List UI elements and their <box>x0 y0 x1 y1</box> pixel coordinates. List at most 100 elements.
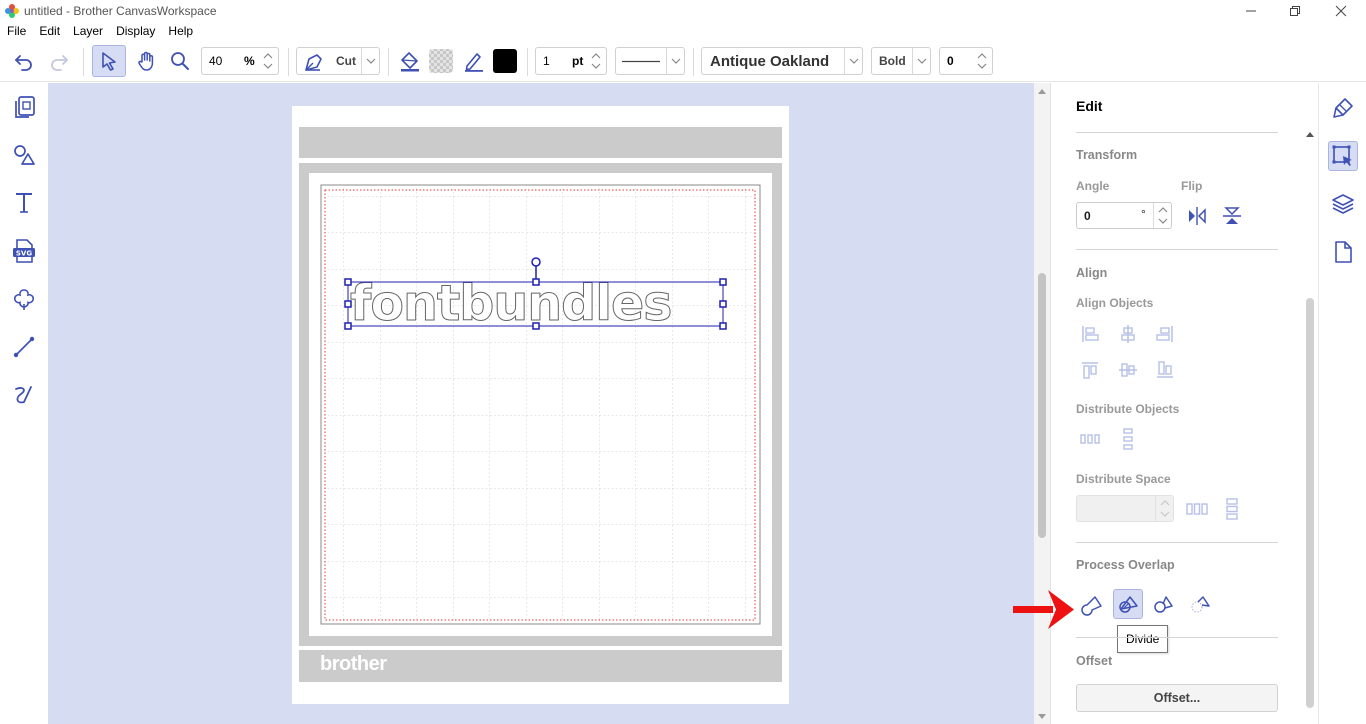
zoom-unit: % <box>244 54 255 68</box>
flip-vertical-icon[interactable] <box>1219 203 1245 229</box>
line-width-field[interactable]: 1 pt <box>535 47 607 75</box>
project-templates-button[interactable] <box>9 92 39 122</box>
text-icon <box>16 193 32 213</box>
fill-color-swatch[interactable] <box>427 45 455 77</box>
line-width-spinner-icon[interactable] <box>588 50 604 72</box>
page-settings-button[interactable] <box>1328 237 1358 267</box>
redo-button[interactable] <box>43 45 75 77</box>
line-style-dropdown[interactable] <box>615 47 685 75</box>
align-bottom-icon[interactable] <box>1152 357 1178 383</box>
pan-tool-button[interactable] <box>130 45 162 77</box>
mat-top-strip <box>299 127 782 158</box>
menu-layer[interactable]: Layer <box>73 22 103 40</box>
offset-heading: Offset <box>1076 654 1113 668</box>
flip-horizontal-icon[interactable] <box>1184 203 1210 229</box>
offset-button[interactable]: Offset... <box>1076 684 1278 712</box>
pages-icon <box>15 96 35 118</box>
curve-icon <box>15 386 32 404</box>
line-mode-dropdown[interactable]: Cut <box>296 47 380 75</box>
zoom-field[interactable]: 40 % <box>201 47 279 75</box>
line-width-value: 1 <box>543 54 550 68</box>
process-overlap-heading: Process Overlap <box>1076 558 1175 572</box>
font-name: Antique Oakland <box>710 53 830 70</box>
space-horizontal-icon[interactable] <box>1184 496 1210 522</box>
subtract-icon[interactable] <box>1150 591 1176 617</box>
close-button[interactable] <box>1318 0 1364 22</box>
fill-tool-button[interactable] <box>396 45 424 77</box>
angle-field[interactable]: 0 ° <box>1076 202 1172 229</box>
patterns-button[interactable] <box>9 284 39 314</box>
flip-label: Flip <box>1181 179 1203 193</box>
zoom-spinner-icon[interactable] <box>260 50 276 72</box>
freehand-tool-button[interactable] <box>9 380 39 410</box>
align-left-icon[interactable] <box>1077 321 1103 347</box>
red-arrow-annotation <box>1013 590 1074 629</box>
resize-handle[interactable] <box>719 300 727 308</box>
resize-handle[interactable] <box>719 322 727 330</box>
resize-handle[interactable] <box>344 278 352 286</box>
shapes-button[interactable] <box>9 140 39 170</box>
resize-handle[interactable] <box>344 322 352 330</box>
menu-file[interactable]: File <box>7 22 26 40</box>
letter-spacing-spinner-icon[interactable] <box>974 50 990 72</box>
angle-unit: ° <box>1141 207 1146 221</box>
distribute-vertical-icon[interactable] <box>1115 426 1141 452</box>
resize-handle[interactable] <box>532 322 540 330</box>
scroll-up-icon[interactable] <box>1037 87 1047 95</box>
layers-button[interactable] <box>1328 189 1358 219</box>
toolbar: 40 % Cut 1 pt Antique Oakland Bold 0 <box>0 40 1366 82</box>
align-middle-icon[interactable] <box>1115 357 1141 383</box>
distribute-horizontal-icon[interactable] <box>1077 426 1103 452</box>
panel-scrollbar-thumb[interactable] <box>1306 298 1314 708</box>
app-logo-icon <box>4 3 20 19</box>
line-color-swatch[interactable] <box>491 45 519 77</box>
align-right-icon[interactable] <box>1152 321 1178 347</box>
zoom-tool-button[interactable] <box>164 45 196 77</box>
chevron-down-icon <box>844 48 862 74</box>
menu-help[interactable]: Help <box>168 22 193 40</box>
minimize-button[interactable] <box>1228 0 1274 22</box>
line-color-tool-button[interactable] <box>460 45 488 77</box>
letter-spacing-field[interactable]: 0 <box>939 47 993 75</box>
right-rail <box>1318 83 1366 724</box>
panel-scroll-up-icon[interactable] <box>1305 130 1315 138</box>
menu-display[interactable]: Display <box>116 22 155 40</box>
chevron-down-icon <box>912 48 930 74</box>
resize-handle[interactable] <box>719 278 727 286</box>
space-vertical-icon[interactable] <box>1219 496 1245 522</box>
arrow-pointer-icon <box>102 52 116 71</box>
intersect-icon[interactable] <box>1187 591 1213 617</box>
object-properties-button[interactable] <box>1328 93 1358 123</box>
distribute-space-field[interactable] <box>1076 495 1174 522</box>
font-dropdown[interactable]: Antique Oakland <box>701 47 863 75</box>
select-tool-button[interactable] <box>92 45 126 77</box>
edit-panel-tab[interactable] <box>1328 141 1358 171</box>
font-style: Bold <box>879 54 906 68</box>
text-button[interactable] <box>9 188 39 218</box>
angle-value: 0 <box>1084 209 1091 223</box>
pencil-icon <box>465 53 483 72</box>
line-tool-button[interactable] <box>9 332 39 362</box>
resize-handle[interactable] <box>344 300 352 308</box>
import-svg-button[interactable]: SVG <box>9 236 39 266</box>
shapes-icon <box>14 145 35 165</box>
resize-handle[interactable] <box>532 278 540 286</box>
scrollbar-thumb[interactable] <box>1038 273 1046 538</box>
menu-edit[interactable]: Edit <box>39 22 60 40</box>
angle-spinner-icon[interactable] <box>1153 203 1171 228</box>
line-icon <box>13 336 35 358</box>
divide-tooltip: Divide <box>1117 625 1169 653</box>
undo-button[interactable] <box>8 45 40 77</box>
restore-button[interactable] <box>1272 0 1318 22</box>
weld-icon[interactable] <box>1079 591 1105 617</box>
distribute-space-spinner-icon[interactable] <box>1155 496 1173 521</box>
divide-button[interactable] <box>1113 589 1143 619</box>
line-mode-label: Cut <box>336 54 356 68</box>
align-top-icon[interactable] <box>1077 357 1103 383</box>
align-center-icon[interactable] <box>1115 321 1141 347</box>
edit-select-icon <box>1332 145 1352 166</box>
rotate-handle[interactable] <box>531 257 541 267</box>
font-style-dropdown[interactable]: Bold <box>871 47 931 75</box>
canvas-area[interactable]: brother fontbundles <box>48 83 1034 724</box>
scroll-down-icon[interactable] <box>1037 713 1047 721</box>
